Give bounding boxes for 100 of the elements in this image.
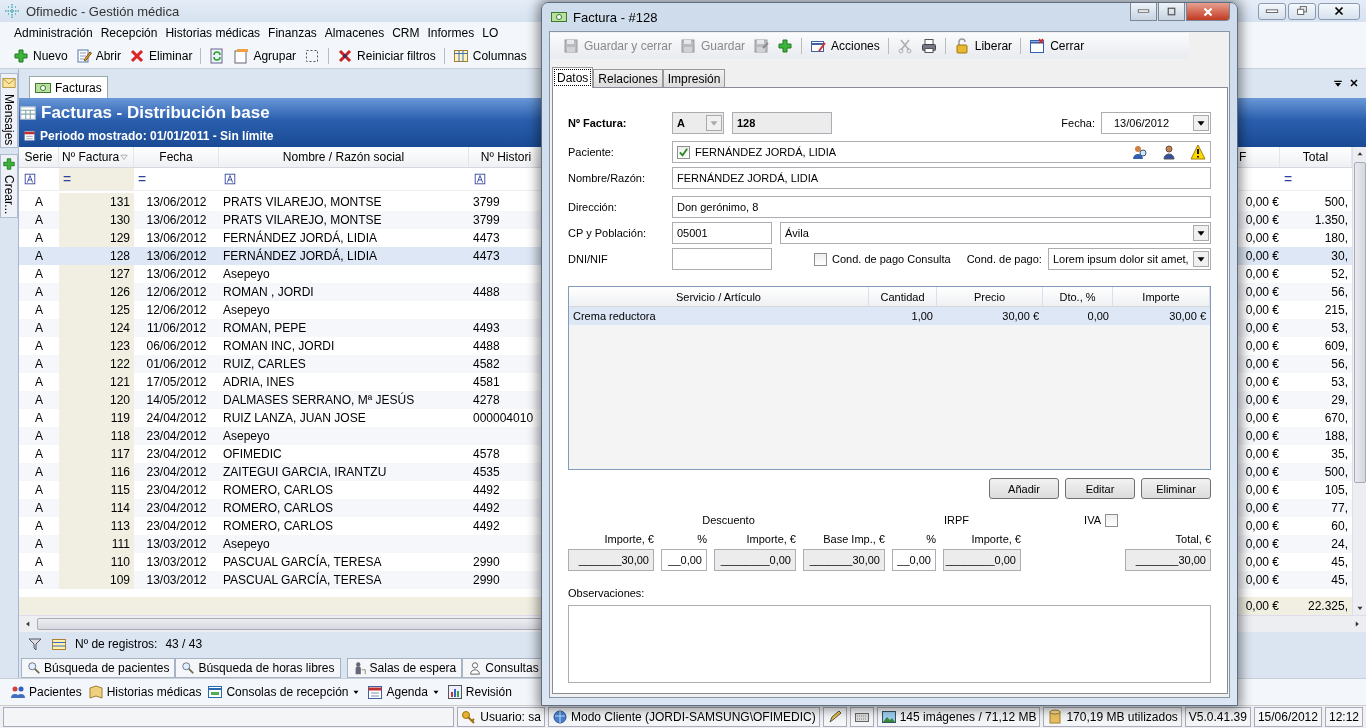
table-cell-text: 23/04/2012 — [145, 464, 208, 481]
table-cell-text: PASCUAL GARCÍA, TERESA — [222, 553, 383, 571]
table-cell-text: 105, — [1323, 482, 1349, 499]
table-cell: 131 — [59, 193, 134, 211]
table-cell-text: 4488 — [472, 338, 501, 355]
status-text: Usuario: sa — [480, 710, 541, 724]
table-cell-text: A — [34, 464, 44, 481]
table-cell-text: A — [34, 194, 44, 211]
table-cell-text: 23/04/2012 — [145, 500, 208, 517]
period-label: Periodo mostrado: 01/01/2011 - Sin límite — [40, 128, 274, 143]
table-cell-text: Asepeyo — [222, 536, 271, 553]
table-cell-text: 0,00 € — [1244, 536, 1280, 553]
table-cell: 121 — [59, 373, 134, 391]
table-cell-text: 4492 — [472, 482, 501, 499]
table-cell-text: 0,00 € — [1244, 428, 1280, 445]
table-cell-text: 4535 — [472, 464, 501, 481]
table-cell: 109 — [59, 571, 134, 589]
table-cell-text: 56, — [1330, 356, 1349, 373]
table-cell-text: OFIMEDIC — [222, 446, 283, 463]
table-cell-text: 0,00 € — [1244, 598, 1280, 615]
table-cell-text: A — [34, 482, 44, 499]
table-cell-text: 4582 — [472, 356, 501, 373]
table-cell-text: A — [34, 410, 44, 427]
checkbox-label: IVA — [1084, 514, 1101, 527]
table-cell-text: 4492 — [472, 518, 501, 535]
table-cell-text: 0,00 € — [1244, 518, 1280, 535]
field-label: Importe, € — [603, 532, 654, 548]
app-title: Ofimedic - Gestión médica — [26, 3, 180, 19]
table-cell-text: ROMERO, CARLOS — [222, 482, 334, 499]
table-cell-text: 0,00 € — [1244, 320, 1280, 337]
table-cell: 125 — [59, 301, 134, 319]
table-cell-text: A — [34, 338, 44, 355]
table-cell-text: 45, — [1330, 554, 1349, 571]
window-title: Factura - #128 — [573, 9, 658, 25]
field-label: Nº Factura: — [568, 117, 628, 129]
table-cell-text: 0,00 € — [1244, 302, 1280, 319]
table-cell-text: 23/04/2012 — [145, 482, 208, 499]
table-cell-text: ROMAN, PEPE — [222, 320, 308, 337]
record-count-label: Nº de registros: — [75, 637, 158, 651]
table-cell-text: 53, — [1330, 320, 1349, 337]
table-cell-text: A — [34, 428, 44, 445]
table-cell-text: 0,00 € — [1244, 266, 1280, 283]
status-text: V5.0.41.39 — [1184, 707, 1251, 727]
status-text: Modo Cliente (JORDI-SAMSUNG\OFIMEDIC) — [570, 710, 816, 724]
table-cell-text: 45, — [1330, 572, 1349, 589]
table-cell-text: 06/06/2012 — [145, 338, 208, 355]
table-cell-text: A — [34, 554, 44, 571]
table-cell-text: 0,00 € — [1244, 212, 1280, 229]
table-cell-text: A — [34, 320, 44, 337]
table-cell: 120 — [59, 391, 134, 409]
table-cell-text: PRATS VILAREJO, MONTSE — [222, 212, 383, 229]
field-label: Importe, € — [970, 532, 1021, 548]
view-title: Facturas - Distribución base — [41, 102, 270, 123]
field-label: Paciente: — [568, 146, 615, 158]
table-cell-text: 4488 — [472, 284, 501, 301]
table-cell-text: 0,00 € — [1244, 230, 1280, 247]
table-cell-text: 52, — [1330, 266, 1349, 283]
table-cell-text: 56, — [1330, 284, 1349, 301]
table-cell-text: 77, — [1330, 500, 1349, 517]
table-cell-text: 215, — [1323, 302, 1349, 319]
table-cell-text: A — [34, 392, 44, 409]
table-cell: 111 — [59, 535, 134, 553]
table-cell-text: ROMERO, CARLOS — [222, 518, 334, 535]
status-text: 170,19 MB utilizados — [1066, 710, 1178, 724]
table-cell-text: 0,00 € — [1244, 194, 1280, 211]
table-cell: 114 — [59, 499, 134, 517]
table-cell-text: 0,00 € — [1244, 410, 1280, 427]
table-cell-text: 4473 — [472, 248, 501, 265]
table-cell-text: 1,00 — [910, 309, 934, 324]
table-cell-text: 4278 — [472, 392, 501, 409]
field-label: % — [696, 532, 707, 548]
table-cell-text: RUIZ LANZA, JUAN JOSE — [222, 410, 367, 427]
table-cell: 130 — [59, 211, 134, 229]
table-cell-text: 24, — [1330, 536, 1349, 553]
table-cell-text: 13/06/2012 — [145, 194, 208, 211]
table-cell-text: Asepeyo — [222, 302, 271, 319]
table-cell-text: 13/06/2012 — [145, 266, 208, 283]
table-cell-text: 3799 — [472, 212, 501, 229]
table-cell-text: 30, — [1330, 248, 1349, 265]
table-cell-text: 30,00 € — [1001, 309, 1040, 324]
table-cell-text: 0,00 € — [1244, 572, 1280, 589]
checkbox-label: Cond. de pago Consulta — [832, 253, 951, 265]
table-cell-text: A — [34, 302, 44, 319]
field-label: Base Imp., € — [822, 532, 885, 548]
group-label: Descuento — [701, 513, 756, 529]
table-cell-text: 0,00 € — [1244, 482, 1280, 499]
table-cell: 124 — [59, 319, 134, 337]
table-cell-text: 23/04/2012 — [145, 446, 208, 463]
table-cell-text: A — [34, 518, 44, 535]
table-cell-text: 0,00 € — [1244, 554, 1280, 571]
table-cell-text: 3799 — [472, 194, 501, 211]
table-cell-text: 0,00 € — [1244, 248, 1280, 265]
table-cell-text: 609, — [1323, 338, 1349, 355]
table-cell-text: 0,00 € — [1244, 392, 1280, 409]
table-cell: 126 — [59, 283, 134, 301]
table-cell-text: 13/03/2012 — [145, 572, 208, 589]
table-cell-text: 4493 — [472, 320, 501, 337]
field-label: Total, € — [1174, 532, 1211, 548]
table-cell-text: ROMAN INC, JORDI — [222, 338, 336, 355]
table-cell: 115 — [59, 481, 134, 499]
